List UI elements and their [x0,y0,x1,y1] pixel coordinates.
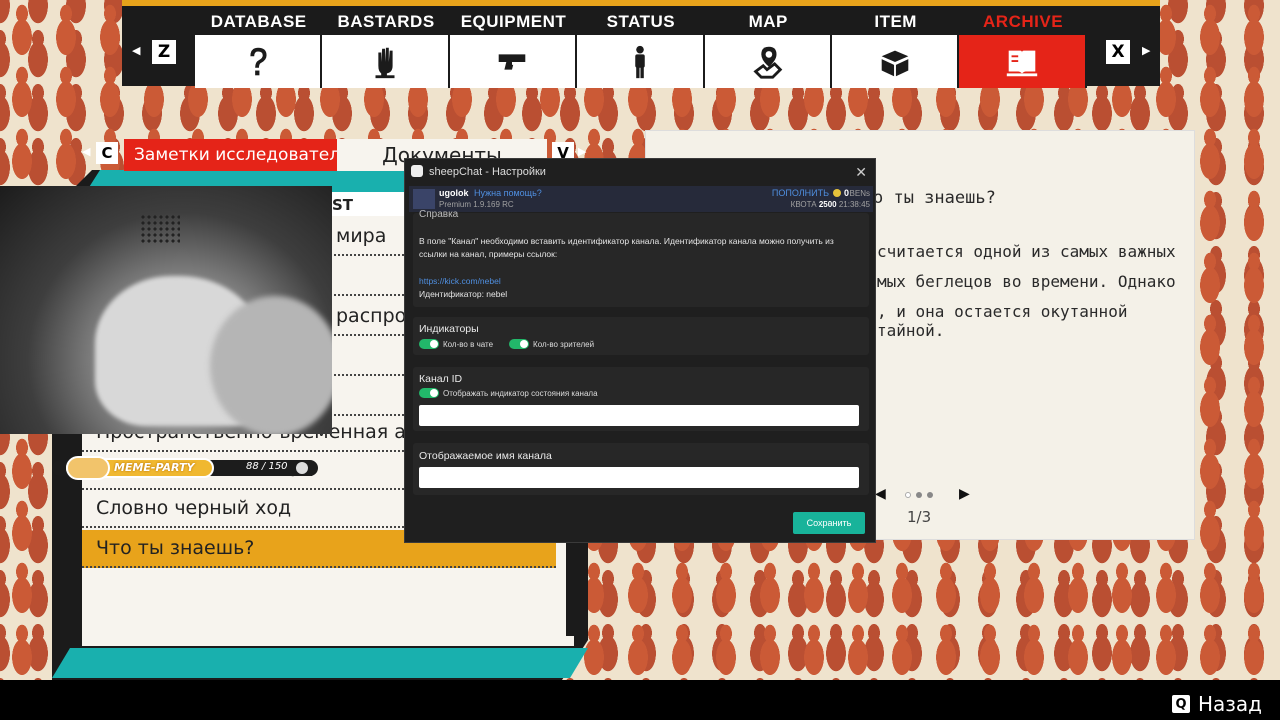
box-icon [881,50,908,76]
indicators-card: Индикаторы Кол-во в чате Кол-во зрителей [413,317,869,355]
help-title: Справка [419,209,459,220]
tab-label: STATUS [606,12,676,31]
quota-line: КВОТА 2500 21:38:45 [791,200,870,209]
notes-prev-key[interactable]: C [96,142,118,164]
help-id-line: Идентификатор: nebel [419,289,508,299]
meme-party-widget: MEME-PARTY 88 / 150 [32,456,318,480]
channel-id-input[interactable] [419,405,859,426]
viewer-count-toggle[interactable] [509,339,530,349]
channel-status-label: Отображать индикатор состояния канала [443,388,598,398]
help-text: В поле "Канал" необходимо вставить идент… [419,236,834,259]
nav-right-arrow-icon: ▶ [1142,44,1151,57]
user-bar: ugolok Нужна помощь? Premium 1.9.169 RC … [409,186,873,212]
window-title: sheepChat - Настройки [429,166,546,178]
document-text-line: считается одной из самых важных [877,242,1176,261]
quota-value: 2500 [818,200,837,209]
window-titlebar: sheepChat - Настройки ✕ [405,159,875,185]
teal-strip-bottom [52,648,588,678]
notes-right-arrow-icon: ▶ [578,145,587,158]
channel-id-card: Канал ID Отображать индикатор состояния … [413,367,869,431]
meme-party-count: 88 / 150 [246,461,288,472]
gun-icon [499,53,526,70]
tab-equipment[interactable]: EQUIPMENT [449,6,578,92]
topup-link[interactable]: ПОПОЛНИТЬ [772,188,829,198]
back-button[interactable]: Q Назад [1171,692,1262,716]
sheepchat-settings-window: sheepChat - Настройки ✕ ugolok Нужна пом… [404,158,876,543]
tab-label: MAP [748,12,788,31]
doge-icon [66,456,110,480]
currency-label: BENs [849,189,870,198]
username: ugolok [439,188,469,198]
balance-value: 0 [843,188,849,198]
nav-prev-key[interactable]: Z [152,40,176,64]
tab-label: DATABASE [210,12,307,31]
book-icon [1006,50,1038,76]
webcam-feed [0,186,332,434]
nav-tabs: DATABASE BASTARDS EQUIPMENT STATUS MAP I… [195,6,1087,92]
tab-status[interactable]: STATUS [577,6,705,92]
nav-left-arrow-icon: ◀ [132,44,141,57]
top-navigation: ◀ Z DATABASE BASTARDS EQUIPMENT STATUS M… [122,0,1160,88]
page-indicator: 1/3 [907,508,932,526]
tab-map[interactable]: MAP [704,6,832,92]
viewer-count-label: Кол-во зрителей [533,339,595,349]
bottom-bar [0,680,1280,720]
tab-item[interactable]: ITEM [831,6,960,92]
webcam-wall-pattern [140,214,180,244]
meme-party-status-icon [296,462,308,474]
chat-count-toggle[interactable] [419,339,439,349]
tab-label: ITEM [874,12,917,31]
avatar [413,189,435,209]
clock-time: 21:38:45 [838,200,870,209]
help-link-text[interactable]: https://kick.com/nebel [419,276,501,286]
help-link[interactable]: Нужна помощь? [474,188,542,198]
map-pin-icon [753,46,783,79]
tab-label: EQUIPMENT [460,12,567,31]
document-text-line: мых беглецов во времени. Однако [877,272,1176,291]
channel-status-toggle[interactable] [419,388,439,398]
tab-database[interactable]: DATABASE [195,6,323,92]
nav-next-key[interactable]: X [1106,40,1130,64]
page-prev-icon[interactable]: ◀ [875,486,886,502]
back-key: Q [1171,695,1190,713]
display-name-title: Отображаемое имя канала [419,450,552,462]
person-icon [635,45,645,78]
close-icon[interactable]: ✕ [855,164,867,181]
channel-id-title: Канал ID [419,373,463,385]
version-label: Premium 1.9.169 RC [439,200,514,209]
question-icon [250,47,267,75]
chat-count-label: Кол-во в чате [443,339,494,349]
document-text-line: , и она остается окутанной тайной. [877,302,1128,340]
webcam-shoulder [210,296,332,434]
tab-bastards[interactable]: BASTARDS [322,6,450,92]
indicators-title: Индикаторы [419,323,479,335]
channel-status-toggle-row: Отображать индикатор состояния канала [419,388,598,398]
page-dots [905,492,933,498]
indicator-toggles: Кол-во в чате Кол-во зрителей [419,339,594,349]
sheepchat-logo-icon [411,165,423,177]
coin-icon [833,189,841,197]
display-name-input[interactable] [419,467,859,488]
save-button[interactable]: Сохранить [793,512,865,534]
hand-icon [375,47,395,78]
document-heading: о ты знаешь? [873,188,996,208]
help-example-link[interactable]: https://kick.com/nebel [419,275,859,288]
tab-label: BASTARDS [337,12,435,31]
page-next-icon[interactable]: ▶ [959,486,970,502]
notes-left-arrow-icon: ◀ [82,145,91,158]
help-card: Справка В поле "Канал" необходимо встави… [413,209,869,307]
tab-label: ARCHIVE [983,12,1064,31]
quota-label: КВОТА [790,200,817,209]
tab-archive[interactable]: ARCHIVE [959,6,1087,92]
back-label: Назад [1197,692,1262,716]
display-name-card: Отображаемое имя канала [413,443,869,495]
